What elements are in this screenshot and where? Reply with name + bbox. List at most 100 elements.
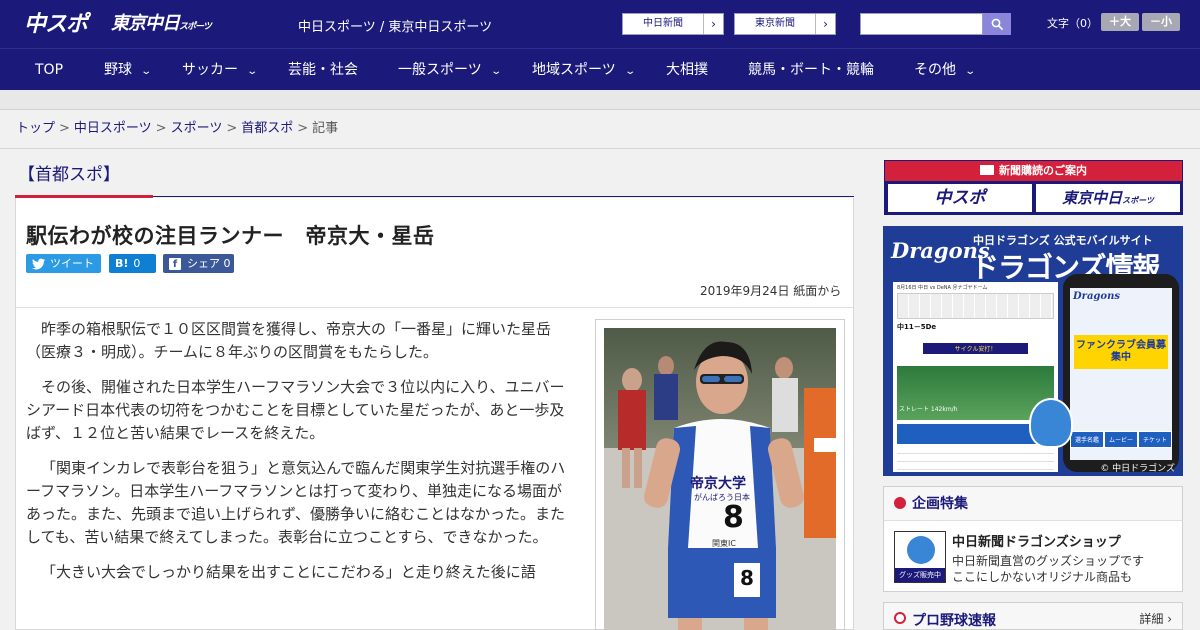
tokyo-chunichi-logo[interactable]: 東京中日スポーツ bbox=[111, 9, 212, 35]
runner-bib-sponsor: 関東IC bbox=[712, 539, 736, 548]
feature-item-desc1: 中日新聞直営のグッズショップです bbox=[952, 554, 1145, 568]
scoreboard-score: 中11－5De bbox=[897, 323, 937, 331]
dragons-copyright: © 中日ドラゴンズ bbox=[1100, 464, 1175, 474]
pitch-speed: ストレート 142km/h bbox=[899, 406, 958, 413]
runner-bib-school: 帝京大学 bbox=[690, 476, 746, 492]
pro-baseball-more-link[interactable]: 詳細 › bbox=[1139, 610, 1172, 627]
scoreboard-title: 8月16日 中日 vs DeNA ＠ナゴヤドーム bbox=[897, 285, 988, 291]
subscribe-chuspo-button[interactable]: 中スポ bbox=[888, 184, 1032, 212]
tokyo-chunichi-logo-text: 東京中日 bbox=[111, 13, 180, 34]
chevron-down-icon: ⌄ bbox=[964, 66, 977, 77]
chevron-right-icon: › bbox=[703, 14, 723, 34]
breadcrumb: トップ > 中日スポーツ > スポーツ > 首都スポ > 記事 bbox=[0, 111, 1200, 149]
nav-sumo[interactable]: 大相撲 bbox=[666, 49, 708, 91]
search-input[interactable] bbox=[860, 13, 983, 35]
nav-sumo-label: 大相撲 bbox=[666, 62, 708, 78]
nav-general-sports[interactable]: 一般スポーツ ⌄ bbox=[398, 49, 502, 91]
nav-soccer-label: サッカー bbox=[182, 62, 238, 78]
chevron-down-icon: ⌄ bbox=[624, 66, 636, 77]
feature-box: 企画特集 グッズ販売中 中日新聞ドラゴンズショップ 中日新聞直営のグッズショップ… bbox=[883, 486, 1183, 592]
subscription-heading-text: 新聞購読のご案内 bbox=[999, 164, 1087, 177]
chunichi-shimbun-link[interactable]: 中日新聞 › bbox=[622, 13, 724, 35]
chunichi-shimbun-label: 中日新聞 bbox=[643, 18, 683, 29]
font-size-label: 文字（0） bbox=[1047, 17, 1098, 30]
cycle-hit-banner: サイクル安打！ bbox=[923, 343, 1028, 354]
feature-heading: 企画特集 bbox=[884, 487, 1182, 521]
breadcrumb-separator: > bbox=[297, 121, 309, 136]
nav-racing[interactable]: 競馬・ボート・競輪 bbox=[748, 49, 874, 91]
article-paragraph: その後、開催された日本学生ハーフマラソン大会で３位以内に入り、ユニバーシアード日… bbox=[26, 378, 565, 442]
tokyo-shimbun-label: 東京新聞 bbox=[755, 18, 795, 29]
article-body: 昨季の箱根駅伝で１０区区間賞を獲得し、帝京大の「一番星」に輝いた星岳（医療３・明… bbox=[26, 318, 574, 596]
breadcrumb-separator: > bbox=[59, 121, 70, 136]
breadcrumb-current: 記事 bbox=[312, 121, 339, 136]
thumbnail-label: グッズ販売中 bbox=[895, 568, 945, 582]
nav-entertainment-label: 芸能・社会 bbox=[288, 62, 358, 78]
feature-item-title: 中日新聞ドラゴンズショップ bbox=[952, 535, 1121, 550]
nav-local-sports[interactable]: 地域スポーツ ⌄ bbox=[532, 49, 636, 91]
phone-menu-item: 選手名鑑 bbox=[1070, 431, 1104, 448]
font-smaller-button[interactable]: －小 bbox=[1142, 13, 1180, 31]
phone-banner: ファンクラブ会員募集中 bbox=[1074, 335, 1168, 369]
hatena-icon: B! bbox=[115, 257, 129, 270]
nav-soccer[interactable]: サッカー ⌄ bbox=[182, 49, 259, 91]
feature-icon bbox=[894, 497, 906, 509]
nav-other-label: その他 bbox=[914, 62, 956, 78]
nav-baseball-label: 野球 bbox=[104, 62, 132, 78]
runner-photo: 帝京大学 がんばろう日本 8 関東IC 8 bbox=[604, 328, 836, 630]
article-paragraph: 「大きい大会でしっかり結果を出すことにこだわる」と走り終えた後に語 bbox=[41, 563, 536, 581]
breadcrumb-top[interactable]: トップ bbox=[16, 121, 55, 136]
article-paragraph: 昨季の箱根駅伝で１０区区間賞を獲得し、帝京大の「一番星」に輝いた星岳（医療３・明… bbox=[26, 320, 552, 361]
nav-baseball[interactable]: 野球 ⌄ bbox=[104, 49, 153, 91]
nav-other[interactable]: その他 ⌄ bbox=[914, 49, 977, 91]
article-photo[interactable]: 帝京大学 がんばろう日本 8 関東IC 8 bbox=[595, 319, 845, 630]
baseball-icon bbox=[894, 612, 906, 624]
pro-baseball-more-label: 詳細 bbox=[1139, 612, 1164, 626]
nav-entertainment[interactable]: 芸能・社会 bbox=[288, 49, 358, 91]
facebook-share-button[interactable]: f シェア 0 bbox=[163, 254, 234, 273]
article-paragraph: 「関東インカレで表彰台を狙う」と意気込んで臨んだ関東学生対抗選手権のハーフマラソ… bbox=[26, 459, 566, 546]
section-title: 【首都スポ】 bbox=[18, 165, 120, 185]
header-spacer bbox=[0, 90, 1200, 110]
chevron-down-icon: ⌄ bbox=[140, 66, 153, 77]
phone-mock: Dragons ファンクラブ会員募集中 選手名鑑 ムービー チケット bbox=[1063, 274, 1179, 472]
breadcrumb-sports[interactable]: スポーツ bbox=[171, 121, 223, 136]
breadcrumb-separator: > bbox=[226, 121, 238, 136]
runner-waist-number: 8 bbox=[740, 566, 754, 590]
breadcrumb-shuto-supo[interactable]: 首都スポ bbox=[241, 121, 293, 136]
runner-bib-number: 8 bbox=[723, 500, 744, 535]
hatena-count: 0 bbox=[133, 257, 141, 270]
section-underline bbox=[153, 196, 854, 197]
subscribe-tokyo-logo-suffix: スポーツ bbox=[1122, 196, 1154, 205]
dragons-mobile-ad[interactable]: Dragons 中日ドラゴンズ 公式モバイルサイト ドラゴンズ情報 8月16日 … bbox=[883, 226, 1183, 476]
site-header: 中スポ 東京中日スポーツ 中日スポーツ / 東京中日スポーツ 中日新聞 › 東京… bbox=[0, 0, 1200, 48]
site-tagline: 中日スポーツ / 東京中日スポーツ bbox=[298, 20, 493, 35]
tweet-button[interactable]: ツイート bbox=[26, 254, 101, 273]
tokyo-shimbun-link[interactable]: 東京新聞 › bbox=[734, 13, 836, 35]
phone-brand: Dragons bbox=[1073, 291, 1120, 302]
chuspo-logo[interactable]: 中スポ bbox=[24, 6, 88, 38]
facebook-count: 0 bbox=[223, 257, 231, 270]
breadcrumb-chunichi-sports[interactable]: 中日スポーツ bbox=[74, 121, 152, 136]
phone-menu-item: チケット bbox=[1138, 431, 1172, 448]
feature-item[interactable]: グッズ販売中 中日新聞ドラゴンズショップ 中日新聞直営のグッズショップです ここ… bbox=[894, 531, 1174, 587]
phone-screen: Dragons ファンクラブ会員募集中 選手名鑑 ムービー チケット bbox=[1070, 288, 1172, 460]
chevron-down-icon: ⌄ bbox=[490, 66, 502, 77]
article-headline: 駅伝わが校の注目ランナー 帝京大・星岳 bbox=[26, 224, 435, 248]
main-nav: TOP 野球 ⌄ サッカー ⌄ 芸能・社会 一般スポーツ ⌄ 地域スポーツ ⌄ 大相撲 … bbox=[0, 48, 1200, 90]
phone-menu: 選手名鑑 ムービー チケット bbox=[1070, 431, 1172, 448]
nav-local-sports-label: 地域スポーツ bbox=[532, 62, 616, 78]
dragons-mascot-icon bbox=[1029, 398, 1073, 448]
nav-top-label: TOP bbox=[35, 62, 64, 78]
search-icon bbox=[991, 18, 1003, 30]
hatena-bookmark-button[interactable]: B! 0 bbox=[109, 254, 156, 273]
chevron-down-icon: ⌄ bbox=[246, 66, 259, 77]
search-button[interactable] bbox=[983, 13, 1011, 35]
feature-item-desc2: ここにしかないオリジナル商品も bbox=[952, 570, 1133, 584]
subscribe-tokyo-chunichi-button[interactable]: 東京中日スポーツ bbox=[1036, 184, 1180, 212]
feature-heading-text: 企画特集 bbox=[912, 496, 968, 512]
scoreboard-lines bbox=[897, 446, 1054, 470]
scoreboard-grid bbox=[897, 293, 1054, 319]
font-larger-button[interactable]: ＋大 bbox=[1101, 13, 1139, 31]
nav-top[interactable]: TOP bbox=[35, 49, 63, 91]
